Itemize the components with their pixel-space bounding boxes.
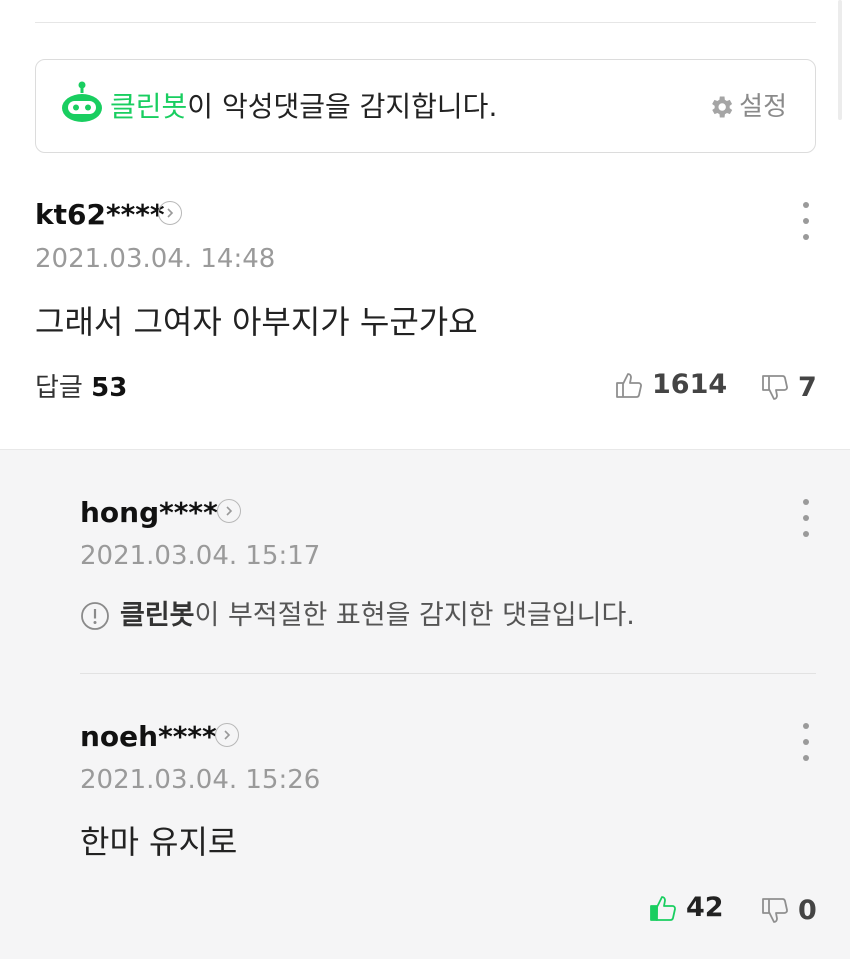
comment-date: 2021.03.04. 14:48 bbox=[35, 244, 276, 274]
more-options-icon[interactable] bbox=[801, 723, 811, 761]
thumbs-down-icon bbox=[762, 375, 788, 400]
notice-text: 이 부적절한 표현을 감지한 댓글입니다. bbox=[194, 600, 635, 631]
scrollbar[interactable] bbox=[838, 0, 842, 120]
reply-username[interactable]: noeh**** bbox=[80, 720, 217, 754]
cleanbot-notice: 클린봇 이 부적절한 표현을 감지한 댓글입니다. bbox=[80, 600, 635, 632]
comment-content: 그래서 그여자 아부지가 누군가요 bbox=[35, 303, 478, 341]
profile-arrow-icon[interactable] bbox=[215, 723, 239, 747]
dislike-count: 0 bbox=[798, 895, 817, 926]
like-button[interactable]: 1614 bbox=[614, 369, 727, 401]
reply-count: 53 bbox=[91, 373, 128, 403]
profile-arrow-icon[interactable] bbox=[158, 201, 182, 225]
reply-username[interactable]: hong**** bbox=[80, 496, 218, 530]
reply-divider bbox=[80, 673, 816, 674]
more-options-icon[interactable] bbox=[801, 499, 811, 537]
like-button[interactable]: 42 bbox=[648, 892, 724, 924]
cleanbot-message: 클린봇이 악성댓글을 감지합니다. bbox=[110, 90, 497, 124]
cleanbot-icon bbox=[62, 81, 102, 122]
reply-date: 2021.03.04. 15:26 bbox=[80, 765, 321, 795]
thumbs-up-icon bbox=[650, 896, 676, 921]
dislike-count: 7 bbox=[798, 372, 817, 403]
thumbs-down-icon bbox=[762, 898, 788, 923]
cleanbot-message-text: 이 악성댓글을 감지합니다. bbox=[187, 90, 498, 123]
profile-arrow-icon[interactable] bbox=[217, 499, 241, 523]
warning-icon bbox=[81, 602, 109, 630]
reply-date: 2021.03.04. 15:17 bbox=[80, 541, 321, 571]
notice-bot-name: 클린봇 bbox=[120, 600, 195, 631]
reply-content: 한마 유지로 bbox=[80, 823, 238, 861]
gear-icon bbox=[712, 96, 733, 118]
settings-button[interactable]: 설정 bbox=[707, 90, 787, 124]
cleanbot-name: 클린봇 bbox=[110, 90, 188, 123]
thumbs-up-icon bbox=[616, 373, 642, 398]
top-divider bbox=[35, 22, 816, 23]
dislike-button[interactable]: 7 bbox=[760, 372, 817, 404]
settings-label: 설정 bbox=[739, 92, 787, 122]
comment-username[interactable]: kt62**** bbox=[35, 198, 165, 232]
like-count: 42 bbox=[686, 892, 724, 923]
like-count: 1614 bbox=[652, 369, 728, 400]
cleanbot-banner: 클린봇이 악성댓글을 감지합니다. 설정 bbox=[35, 59, 816, 153]
more-options-icon[interactable] bbox=[801, 202, 811, 240]
dislike-button[interactable]: 0 bbox=[760, 895, 817, 927]
reply-toggle-button[interactable]: 답글 53 bbox=[35, 372, 127, 404]
reply-label: 답글 bbox=[35, 373, 83, 403]
